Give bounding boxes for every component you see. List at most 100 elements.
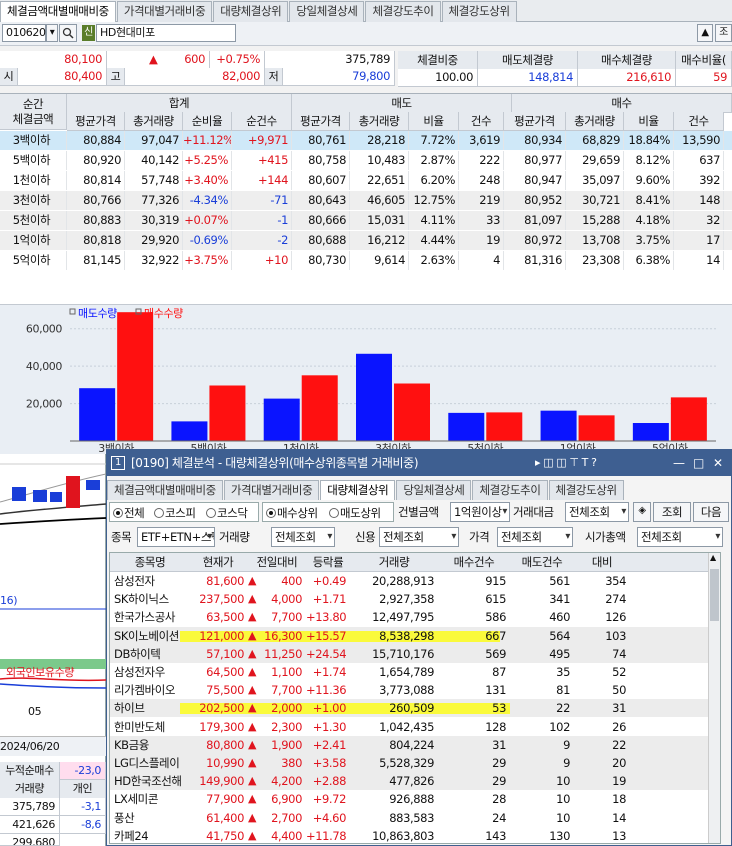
list-item[interactable]: HD한국조선해 149,900 4,200 ▲ +2.88 477,826 29 10 19 [110, 772, 710, 791]
tab-strength-trend[interactable]: 체결강도추이 [365, 1, 441, 22]
table-row[interactable]: 3천이하 80,766 77,326 -4.34% -71 80,643 46,605 12.… [0, 191, 732, 210]
list-cell: +9.72 [312, 792, 347, 807]
list-item[interactable]: 하이브 202,500 2,000 ▲ +1.00 260,509 53 22 31 [110, 699, 710, 718]
subheader-4: 평균가격 [292, 112, 350, 131]
market-all-radio[interactable]: 전체 [113, 503, 145, 523]
list-item[interactable]: 삼성전자 81,600 400 ▲ +0.49 20,288,913 915 561 354 [110, 572, 710, 590]
subheader-6: 비율 [409, 112, 459, 131]
query-button[interactable]: 조회 [653, 502, 691, 522]
close-icon[interactable]: ✕ [713, 450, 723, 476]
table-row[interactable]: 5억이하 81,145 32,922 +3.75% +10 80,730 9,614 2.63… [0, 251, 732, 270]
trade-amount-select[interactable]: 전체조회 [565, 502, 629, 522]
market-kospi-radio[interactable]: 코스피 [154, 503, 196, 523]
list-item[interactable]: LX세미콘 77,900 6,900 ▲ +9.72 926,888 28 10 18 [110, 790, 710, 809]
volume-filter-select[interactable]: 전체조회 [271, 527, 335, 547]
query-button-top[interactable]: 조 [715, 24, 732, 42]
list-item[interactable]: 삼성전자우 64,500 1,100 ▲ +1.74 1,654,789 87 35 52 [110, 663, 710, 681]
amount-select[interactable]: 1억원이상 [450, 502, 510, 522]
subheader-10: 비율 [624, 112, 674, 131]
table-row[interactable]: 3백이하 80,884 97,047 +11.12% +9,971 80,761 28,21… [0, 131, 732, 150]
minimize-icon[interactable]: — [673, 450, 685, 476]
list-cell: 22 [556, 701, 570, 716]
list-cell: 19 [612, 774, 626, 789]
scroll-thumb[interactable] [710, 569, 719, 621]
list-item[interactable]: 한국가스공사 63,500 7,700 ▲ +13.80 12,497,795 586 460… [110, 608, 710, 627]
tab-large-trades[interactable]: 대량체결상위 [213, 1, 289, 22]
summary-sell: 148,814 [478, 69, 578, 87]
cell: 13,708 [566, 231, 624, 250]
wtab-daily-detail[interactable]: 당일체결상세 [396, 480, 472, 500]
date-selector[interactable]: 2024/06/20 [0, 736, 106, 756]
cell: 30,319 [125, 211, 183, 230]
scroll-up-button[interactable]: ▲ [697, 24, 713, 42]
stock-name-field[interactable]: HD현대미포 [96, 24, 236, 42]
stock-name: 리가켐바이오 [114, 683, 176, 698]
stock-code-input[interactable]: 010620 [2, 24, 46, 42]
stock-name: HD한국조선해 [114, 774, 182, 789]
list-item[interactable]: SK이노베이션 121,000 16,300 ▲ +15.57 8,538,298 667 5… [110, 626, 710, 645]
type-select[interactable]: ETF+ETN+스팩 [137, 527, 215, 547]
high-label: 고 [107, 68, 125, 86]
list-item[interactable]: LG디스플레이 10,990 380 ▲ +3.58 5,528,329 29 9 20 [110, 754, 710, 772]
cell: 81,145 [67, 251, 125, 270]
list-item[interactable]: 리가켐바이오 75,500 7,700 ▲ +11.36 3,773,088 131 81 50 [110, 681, 710, 700]
credit-select[interactable]: 전체조회 [379, 527, 459, 547]
header-buy: 매수 [512, 94, 732, 113]
list-item[interactable]: 풍산 61,400 2,700 ▲ +4.60 883,583 24 10 14 [110, 808, 710, 827]
wtab-large-trades[interactable]: 대량체결상위 [320, 480, 396, 500]
next-button[interactable]: 다음 [693, 502, 729, 522]
list-cell: +3.58 [312, 756, 347, 770]
trade-volume: 375,789 [265, 51, 395, 69]
wtab-amount-ratio[interactable]: 체결금액대별매매비중 [107, 480, 223, 500]
table-row[interactable]: 5백이하 80,920 40,142 +5.25% +415 80,758 10,483 2.… [0, 151, 732, 170]
cell: 9.60% [624, 171, 674, 190]
list-cell: 495 [549, 646, 570, 661]
up-arrow-icon: ▲ [248, 574, 257, 587]
list-item[interactable]: 한미반도체 179,300 2,300 ▲ +1.30 1,042,435 128 102 26 [110, 717, 710, 736]
list-cell: +1.30 [312, 719, 347, 734]
tab-daily-detail[interactable]: 당일체결상세 [289, 1, 365, 22]
market-kosdaq-radio[interactable]: 코스닥 [206, 503, 248, 523]
list-item[interactable]: 카페24 41,750 4,400 ▲ +11.78 10,863,803 143 130 13 [110, 826, 710, 843]
list-scrollbar[interactable]: ▲ [708, 553, 720, 843]
summary-header-buy-ratio: 매수비율( [676, 51, 732, 70]
stock-name: SK하이닉스 [114, 592, 169, 607]
table-row[interactable]: 1억이하 80,818 29,920 -0.69% -2 80,688 16,212 4.44… [0, 231, 732, 250]
scroll-up-icon[interactable]: ▲ [710, 553, 716, 562]
wtab-strength-top[interactable]: 체결강도상위 [548, 480, 624, 500]
cell: 57,748 [125, 171, 183, 190]
search-icon[interactable] [59, 24, 77, 42]
window-title-bar[interactable]: 1 [0190] 체결분석 - 대량체결상위(매수상위종목별 거래비중) ▸ ◫… [107, 450, 731, 476]
mcap-select[interactable]: 전체조회 [637, 527, 723, 547]
list-cell: 41,750 [206, 828, 244, 843]
trade-amount-label: 거래대금 [513, 505, 554, 519]
row-amount-label: 3백이하 [0, 131, 67, 150]
price-filter-select[interactable]: 전체조회 [497, 527, 573, 547]
row-amount-label: 5백이하 [0, 151, 67, 170]
left-vol-3: 299,680 [0, 834, 60, 846]
cell: 80,758 [292, 151, 350, 170]
cell: -1 [232, 211, 292, 230]
wtab-strength-trend[interactable]: 체결강도추이 [472, 480, 548, 500]
tab-strength-top[interactable]: 체결강도상위 [441, 1, 517, 22]
wtab-price-ratio[interactable]: 가격대별거래비중 [223, 480, 320, 500]
list-cell: 50 [612, 683, 626, 698]
buy-top-radio[interactable]: 매수상위 [266, 503, 318, 523]
sell-top-radio[interactable]: 매도상위 [329, 503, 381, 523]
tab-amount-ratio[interactable]: 체결금액대별매매비중 [0, 1, 116, 22]
list-item[interactable]: DB하이텍 57,100 11,250 ▲ +24.54 15,710,176 569 495… [110, 644, 710, 663]
window-menu-icons[interactable]: ▸ ◫ ◫ ⊤ T ? [535, 450, 597, 476]
table-row[interactable]: 5천이하 80,883 30,319 +0.07% -1 80,666 15,031 4.11… [0, 211, 732, 230]
table-row[interactable]: 1천이하 80,814 57,748 +3.40% +144 80,607 22,651 6.… [0, 171, 732, 190]
code-dropdown-icon[interactable]: ▾ [46, 24, 58, 42]
tab-price-ratio[interactable]: 가격대별거래비중 [116, 1, 213, 22]
legend-label: 매도수량 [78, 307, 117, 320]
list-item[interactable]: KB금융 80,800 1,900 ▲ +2.41 804,224 31 9 22 [110, 735, 710, 754]
maximize-icon[interactable]: □ [693, 450, 704, 476]
list-item[interactable]: SK하이닉스 237,500 4,000 ▲ +1.71 2,927,358 615 341 2… [110, 590, 710, 609]
volume-chart: 60,00040,00020,0003백이하5백이하1천이하3천이하5천이하1억… [0, 304, 732, 455]
cell: 80,977 [504, 151, 566, 170]
list-cell: 1,042,435 [379, 719, 434, 734]
y-tick-label: 60,000 [26, 323, 62, 336]
settings-icon[interactable]: ◈ [633, 502, 651, 522]
